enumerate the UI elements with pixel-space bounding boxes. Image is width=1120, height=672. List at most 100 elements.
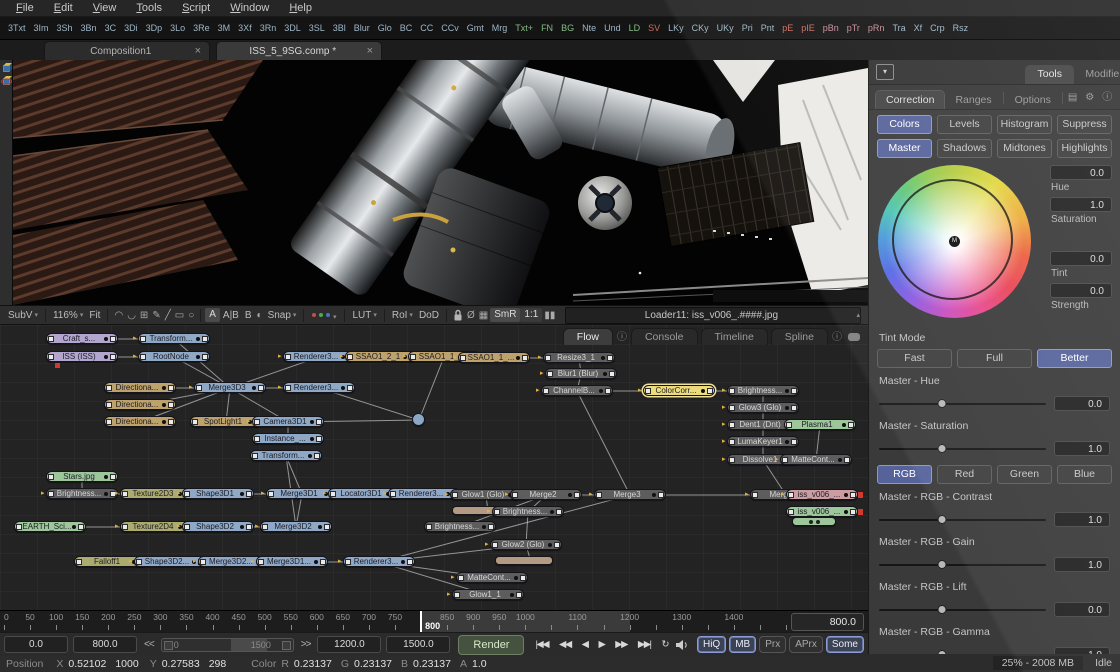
close-icon[interactable]: × (367, 45, 373, 57)
node-indicator[interactable] (482, 525, 486, 529)
node-renderer3[interactable]: Renderer3... (343, 556, 415, 567)
node-merge3d2[interactable]: Merge3D2 (260, 521, 332, 532)
tool-Und[interactable]: Und (600, 23, 625, 33)
tool-pTr[interactable]: pTr (843, 23, 864, 33)
node-indicator[interactable] (603, 372, 607, 376)
tool-Blur[interactable]: Blur (350, 23, 374, 33)
out-port[interactable] (110, 474, 116, 480)
checker-underlay-icon[interactable]: ▦ (477, 310, 490, 321)
out-port[interactable] (574, 492, 580, 498)
node-glow3-glo[interactable]: Glow3 (Glo) (727, 402, 799, 413)
global-end-field[interactable]: 1500.0 (386, 636, 450, 653)
info-icon[interactable]: ⓘ (831, 326, 843, 345)
buffer-b-button[interactable]: B (242, 310, 255, 321)
tab-correction[interactable]: Correction (875, 90, 945, 109)
node-indicator[interactable] (240, 525, 244, 529)
one-to-one-button[interactable]: 1:1 (520, 308, 542, 322)
node-indicator[interactable] (341, 386, 345, 390)
buffer-ab-button[interactable]: A|B (220, 310, 242, 321)
node-indicator[interactable] (196, 337, 200, 341)
out-port[interactable] (554, 542, 560, 548)
node-indicator[interactable] (842, 423, 846, 427)
node-craft-s[interactable]: Craft_s... (46, 333, 118, 344)
smooth-resize-button[interactable]: SmR (490, 308, 520, 322)
tool-CC[interactable]: CC (416, 23, 437, 33)
tool-3Rn[interactable]: 3Rn (256, 23, 281, 33)
out-port[interactable] (246, 524, 252, 530)
out-port[interactable] (609, 371, 615, 377)
grid-overlay-icon[interactable]: ⊞ (138, 310, 150, 321)
node-indicator[interactable] (601, 356, 605, 360)
menu-view[interactable]: View (83, 0, 127, 16)
out-port[interactable] (522, 355, 528, 361)
slider-value[interactable]: 0.0 (1054, 602, 1110, 617)
go-to-start-button[interactable]: |◀◀ (532, 639, 551, 650)
audio-icon[interactable] (675, 639, 689, 651)
ellipse-tool-icon[interactable]: ○ (186, 310, 196, 321)
lock-icon[interactable] (453, 309, 463, 321)
tool-3Txt[interactable]: 3Txt (4, 23, 30, 33)
tool-Crp[interactable]: Crp (926, 23, 949, 33)
param-strength-value[interactable]: 0.0 (1050, 283, 1112, 298)
node-indicator[interactable] (785, 406, 789, 410)
tool-CKy[interactable]: CKy (688, 23, 713, 33)
menu-file[interactable]: File (6, 0, 44, 16)
global-start-field[interactable]: 0.0 (4, 636, 68, 653)
tool-3M[interactable]: 3M (214, 23, 235, 33)
playhead[interactable] (420, 611, 422, 633)
out-port[interactable] (110, 354, 116, 360)
tool-3Im[interactable]: 3Im (30, 23, 53, 33)
node-instance[interactable]: Instance_... (252, 433, 324, 444)
color-wheel-handle[interactable]: M (949, 236, 960, 247)
tool-LKy[interactable]: LKy (664, 23, 688, 33)
out-port[interactable] (791, 405, 797, 411)
out-port[interactable] (78, 524, 84, 530)
out-port[interactable] (110, 336, 116, 342)
toggle-aprx[interactable]: APrx (789, 636, 823, 653)
tool-3Re[interactable]: 3Re (189, 23, 214, 33)
tool-CCv[interactable]: CCv (437, 23, 463, 33)
step-back-button[interactable]: << (142, 639, 156, 650)
tab-tools[interactable]: Tools (1025, 65, 1074, 84)
tool-Glo[interactable]: Glo (374, 23, 396, 33)
tab-ranges[interactable]: Ranges (945, 91, 1001, 109)
range-start-handle[interactable] (164, 641, 173, 650)
3d-view-cube-icon[interactable] (1, 62, 12, 73)
node-indicator[interactable] (240, 492, 244, 496)
button-histogram[interactable]: Histogram (997, 115, 1052, 134)
node-indicator[interactable] (72, 525, 76, 529)
node-indicator[interactable] (844, 493, 848, 497)
tool-FN[interactable]: FN (537, 23, 557, 33)
node-transform[interactable]: Transform... (250, 450, 322, 461)
node-indicator[interactable] (785, 440, 789, 444)
tool-3C[interactable]: 3C (101, 23, 121, 33)
node-indicator[interactable] (516, 356, 520, 360)
info-icon[interactable]: ⓘ (1098, 87, 1116, 109)
out-port[interactable] (168, 419, 174, 425)
button-red[interactable]: Red (937, 465, 992, 484)
button-green[interactable]: Green (997, 465, 1052, 484)
out-port[interactable] (202, 336, 208, 342)
node-camera3d1[interactable]: Camera3D1 (252, 416, 324, 427)
node-indicator[interactable] (162, 403, 166, 407)
slider-value[interactable]: 1.0 (1054, 441, 1110, 456)
node-indicator[interactable] (196, 355, 200, 359)
3d-view-orbit-cube-icon[interactable] (1, 75, 12, 86)
fast-rewind-button[interactable]: ◀◀ (556, 639, 574, 650)
slider-track-master-hue[interactable] (879, 399, 1046, 409)
render-end-field[interactable]: 1200.0 (317, 636, 381, 653)
node-indicator[interactable] (162, 386, 166, 390)
out-port[interactable] (556, 509, 562, 515)
toggle-mb[interactable]: MB (729, 636, 756, 653)
slider-value[interactable]: 0.0 (1054, 396, 1110, 411)
slider-handle[interactable] (938, 515, 947, 524)
menu-help[interactable]: Help (279, 0, 322, 16)
tool-Gmt[interactable]: Gmt (463, 23, 488, 33)
toggle-hiq[interactable]: HiQ (697, 636, 726, 653)
tool-Xf[interactable]: Xf (910, 23, 927, 33)
tool-Txt+[interactable]: Txt+ (511, 23, 537, 33)
tool-pE[interactable]: pE (778, 23, 797, 33)
node-junction[interactable] (412, 413, 425, 426)
dod-button[interactable]: DoD (416, 310, 442, 321)
button-suppress[interactable]: Suppress (1057, 115, 1112, 134)
